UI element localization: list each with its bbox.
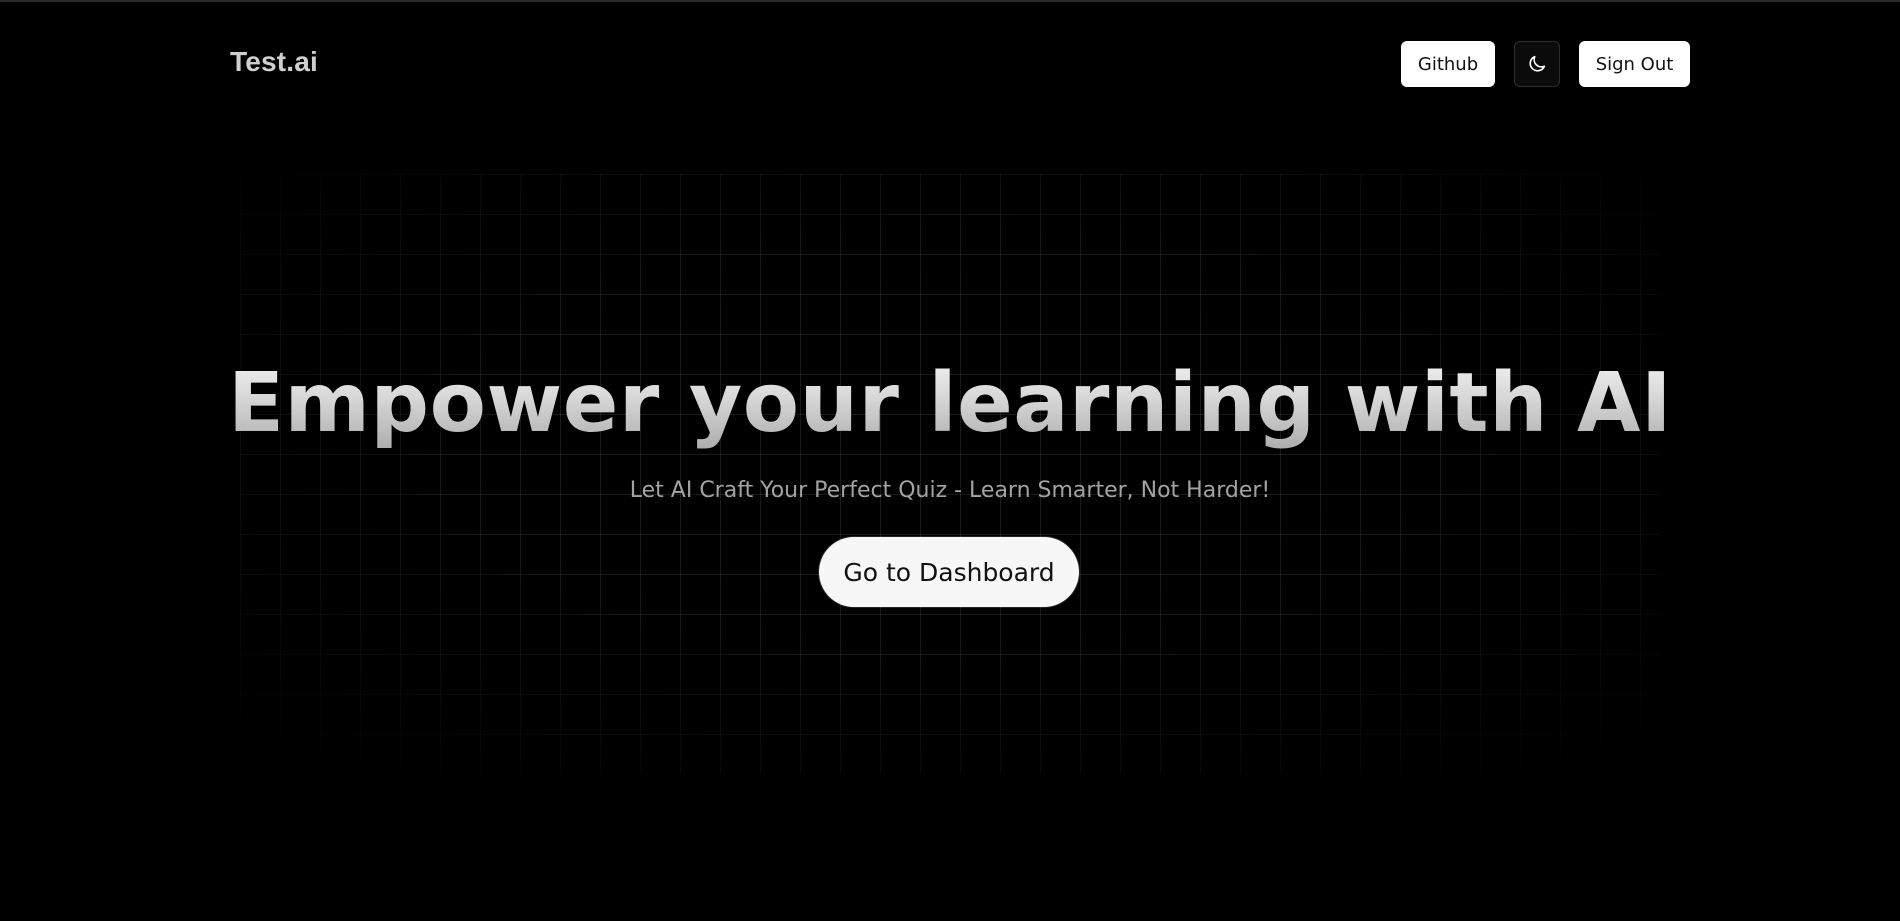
go-to-dashboard-button[interactable]: Go to Dashboard xyxy=(819,537,1079,607)
moon-icon xyxy=(1529,55,1546,72)
github-button[interactable]: Github xyxy=(1401,41,1495,87)
brand-logo[interactable]: Test.ai xyxy=(230,46,318,78)
top-navbar: Test.ai Github Sign Out xyxy=(0,2,1900,122)
theme-toggle-button[interactable] xyxy=(1514,41,1560,87)
sign-out-button[interactable]: Sign Out xyxy=(1579,41,1690,87)
hero-subtitle: Let AI Craft Your Perfect Quiz - Learn S… xyxy=(629,478,1271,503)
hero-title: Empower your learning with AI xyxy=(0,354,1900,454)
grid-background xyxy=(240,174,1660,774)
